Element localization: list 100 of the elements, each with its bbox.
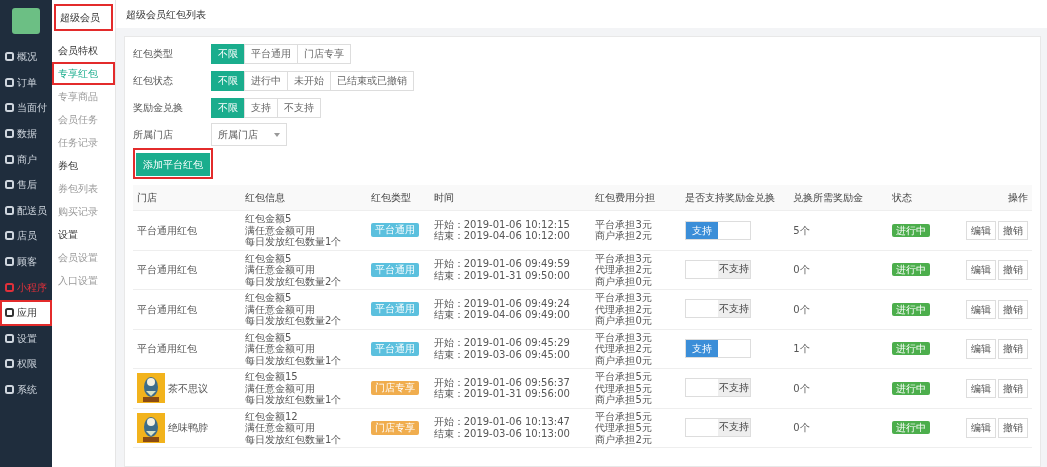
type-tag: 门店专享 bbox=[370, 381, 419, 396]
sidebar-item[interactable]: 系统 bbox=[0, 376, 52, 403]
reward-amount: 0个 bbox=[793, 303, 810, 315]
time-range: 开始：2019-01-06 09:49:24 结束：2019-04-06 09:49:00 bbox=[433, 297, 571, 321]
logo-icon bbox=[12, 8, 40, 34]
sidebar-item[interactable]: 商户 bbox=[0, 146, 52, 172]
packet-info: 红包金额5 满任意金额可用 每日发放红包数量1个 bbox=[244, 331, 343, 366]
column-header: 红包费用分担 bbox=[591, 185, 682, 211]
time-range: 开始：2019-01-06 09:45:29 结束：2019-03-06 09:45:00 bbox=[433, 337, 571, 361]
submenu-title[interactable]: 超级会员 bbox=[54, 4, 113, 31]
square-icon bbox=[5, 77, 14, 87]
square-icon bbox=[5, 103, 14, 113]
column-header: 兑换所需奖励金 bbox=[789, 185, 889, 211]
edit-button[interactable]: 编辑 bbox=[966, 418, 996, 438]
column-header: 是否支持奖励金兑换 bbox=[681, 185, 790, 211]
store-select[interactable]: 所属门店 bbox=[211, 123, 287, 146]
status-tag: 进行中 bbox=[892, 302, 931, 316]
edit-button[interactable]: 编辑 bbox=[966, 339, 996, 359]
store-name: 绝味鸭脖 bbox=[167, 422, 208, 434]
toggle-switch[interactable]: 不支持 bbox=[685, 417, 752, 437]
time-range: 开始：2019-01-06 09:49:59 结束：2019-01-31 09:50:00 bbox=[433, 258, 571, 282]
store-name: 平台通用红包 bbox=[137, 264, 197, 276]
cost-split: 平台承担3元 代理承担2元 商户承担0元 bbox=[595, 252, 653, 287]
sidebar-item[interactable]: 售后 bbox=[0, 171, 52, 198]
square-icon bbox=[5, 180, 14, 190]
square-icon bbox=[5, 308, 14, 318]
time-range: 开始：2019-01-06 10:13:47 结束：2019-03-06 10:13:00 bbox=[433, 416, 571, 440]
store-name: 平台通用红包 bbox=[137, 343, 197, 355]
status-tag: 进行中 bbox=[892, 342, 931, 355]
sidebar-item[interactable]: 设置 bbox=[0, 325, 52, 352]
column-header: 操作 bbox=[960, 185, 1032, 211]
square-icon bbox=[5, 385, 14, 394]
filter-option[interactable]: 平台通用 bbox=[244, 43, 298, 64]
filter-option[interactable]: 未开始 bbox=[287, 70, 331, 91]
store-name: 平台通用红包 bbox=[137, 303, 197, 315]
cost-split: 平台承担3元 代理承担2元 商户承担0元 bbox=[595, 331, 653, 366]
edit-button[interactable]: 编辑 bbox=[966, 260, 996, 280]
time-range: 开始：2019-01-06 09:56:37 结束：2019-01-31 09:56:00 bbox=[433, 376, 571, 400]
column-header: 红包类型 bbox=[366, 185, 430, 211]
submenu-heading: 会员特权 bbox=[57, 44, 99, 58]
square-icon bbox=[5, 205, 14, 215]
edit-button[interactable]: 编辑 bbox=[966, 299, 996, 319]
reward-amount: 0个 bbox=[793, 382, 810, 394]
packet-info: 红包金额12 满任意金额可用 每日发放红包数量1个 bbox=[244, 410, 343, 445]
cost-split: 平台承担5元 代理承担5元 商户承担2元 bbox=[595, 410, 653, 445]
status-tag: 进行中 bbox=[892, 263, 931, 276]
reward-amount: 0个 bbox=[793, 264, 810, 275]
edit-button[interactable]: 编辑 bbox=[966, 220, 996, 240]
filter-option[interactable]: 进行中 bbox=[244, 70, 288, 91]
packet-info: 红包金额5 满任意金额可用 每日发放红包数量2个 bbox=[244, 292, 343, 327]
reward-amount: 1个 bbox=[793, 343, 810, 354]
toggle-switch[interactable]: 不支持 bbox=[685, 299, 752, 318]
square-icon bbox=[5, 52, 14, 62]
filter-label: 奖励金兑换 bbox=[133, 101, 184, 115]
status-tag: 进行中 bbox=[892, 381, 931, 395]
filter-option[interactable]: 已结束或已撤销 bbox=[330, 70, 414, 91]
submenu-heading: 券包 bbox=[57, 159, 79, 173]
packet-info: 红包金额5 满任意金额可用 每日发放红包数量2个 bbox=[244, 252, 343, 287]
column-header: 时间 bbox=[429, 185, 592, 211]
filter-option[interactable]: 不支持 bbox=[277, 97, 321, 118]
sidebar-item[interactable]: 顾客 bbox=[0, 248, 52, 275]
filter-label: 所属门店 bbox=[133, 128, 174, 142]
revoke-button[interactable]: 撤销 bbox=[998, 299, 1028, 319]
page-title: 超级会员红包列表 bbox=[126, 7, 206, 22]
revoke-button[interactable]: 撤销 bbox=[998, 378, 1028, 398]
filter-option[interactable]: 支持 bbox=[244, 97, 278, 118]
edit-button[interactable]: 编辑 bbox=[966, 378, 996, 398]
square-icon bbox=[5, 231, 14, 241]
type-tag: 平台通用 bbox=[370, 341, 419, 356]
revoke-button[interactable]: 撤销 bbox=[998, 339, 1028, 359]
toggle-switch[interactable]: 不支持 bbox=[685, 259, 752, 279]
reward-amount: 5个 bbox=[793, 224, 810, 236]
type-tag: 平台通用 bbox=[370, 302, 419, 317]
cost-split: 平台承担3元 代理承担2元 商户承担0元 bbox=[595, 292, 653, 327]
sidebar-item[interactable]: 数据 bbox=[0, 120, 52, 147]
type-tag: 平台通用 bbox=[370, 223, 419, 238]
filter-label: 红包类型 bbox=[133, 47, 174, 61]
revoke-button[interactable]: 撤销 bbox=[998, 220, 1028, 240]
sidebar-item[interactable]: 应用 bbox=[0, 299, 52, 326]
sidebar-item[interactable]: 概况 bbox=[0, 44, 52, 70]
sidebar-item[interactable]: 配送员 bbox=[0, 197, 52, 224]
revoke-button[interactable]: 撤销 bbox=[998, 418, 1028, 438]
time-range: 开始：2019-01-06 10:12:15 结束：2019-04-06 10:12:00 bbox=[433, 218, 571, 242]
revoke-button[interactable]: 撤销 bbox=[998, 260, 1028, 280]
cost-split: 平台承担5元 代理承担5元 商户承担5元 bbox=[595, 371, 653, 406]
submenu-heading: 设置 bbox=[57, 228, 79, 242]
store-name: 平台通用红包 bbox=[137, 224, 197, 236]
sidebar-item[interactable]: 店员 bbox=[0, 223, 52, 249]
status-tag: 进行中 bbox=[892, 421, 931, 434]
sidebar-item[interactable]: 订单 bbox=[0, 69, 52, 96]
toggle-switch[interactable]: 不支持 bbox=[685, 378, 752, 397]
column-header: 门店 bbox=[133, 185, 241, 211]
filter-option[interactable]: 门店专享 bbox=[297, 43, 351, 64]
sidebar-item[interactable]: 当面付 bbox=[0, 95, 52, 121]
type-tag: 平台通用 bbox=[370, 262, 419, 277]
packet-info: 红包金额15 满任意金额可用 每日发放红包数量1个 bbox=[244, 371, 343, 406]
cost-split: 平台承担3元 商户承担2元 bbox=[595, 218, 653, 242]
sidebar-item[interactable]: 权限 bbox=[0, 351, 52, 377]
caret-icon bbox=[274, 132, 280, 137]
square-icon bbox=[5, 333, 14, 343]
